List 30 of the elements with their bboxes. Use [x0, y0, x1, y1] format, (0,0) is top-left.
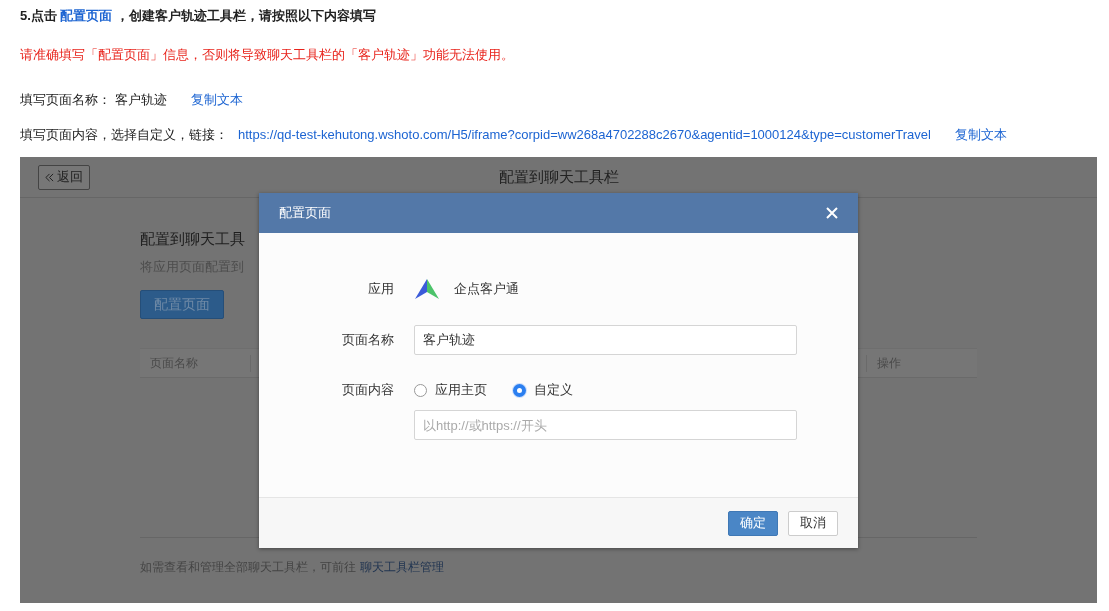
- field-label: 填写页面内容，选择自定义，链接：: [20, 126, 228, 144]
- app-name: 企点客户通: [454, 280, 519, 298]
- radio-option[interactable]: 应用主页: [414, 381, 487, 399]
- radio-option[interactable]: 自定义: [513, 381, 573, 399]
- step-instruction: 5.点击 配置页面 ，创建客户轨迹工具栏，请按照以下内容填写: [20, 7, 378, 25]
- radio-label: 应用主页: [435, 381, 487, 399]
- radio-button[interactable]: [513, 383, 526, 397]
- copy-text-link[interactable]: 复制文本: [954, 125, 1007, 145]
- field-value: 客户轨迹: [115, 91, 167, 109]
- radio-label: 自定义: [534, 381, 573, 399]
- triangle-logo-icon: [414, 278, 440, 300]
- confirm-button[interactable]: 确定: [728, 510, 778, 536]
- text-field[interactable]: 以http://或https://开头: [414, 410, 797, 440]
- field-label: 填写页面名称：: [20, 91, 111, 109]
- page-title: 配置到聊天工具栏: [498, 167, 619, 187]
- field-label: 应用: [367, 280, 394, 298]
- back-button[interactable]: 返回: [38, 164, 90, 190]
- copy-text-link[interactable]: 复制文本: [191, 90, 243, 110]
- section-heading: 配置到聊天工具: [140, 230, 245, 249]
- close-icon[interactable]: [826, 207, 838, 219]
- config-page-link[interactable]: 配置页面: [60, 8, 113, 23]
- text-field[interactable]: 客户轨迹: [414, 325, 797, 355]
- radio-button[interactable]: [414, 383, 427, 397]
- warning-text: 请准确填写「配置页面」信息，否则将导致聊天工具栏的「客户轨迹」功能无法使用。: [20, 46, 515, 64]
- field-label: 页面内容: [341, 381, 394, 399]
- dialog-title: 配置页面: [279, 204, 331, 222]
- field-label: 页面名称: [341, 331, 394, 349]
- url-link[interactable]: https://qd-test-kehutong.wshoto.com/H5/iframe?corpid=ww268a4702288c2670&agentid=1000124&type=customerTravel: [238, 125, 931, 145]
- double-chevron-icon: [45, 172, 54, 182]
- cancel-button[interactable]: 取消: [788, 510, 838, 536]
